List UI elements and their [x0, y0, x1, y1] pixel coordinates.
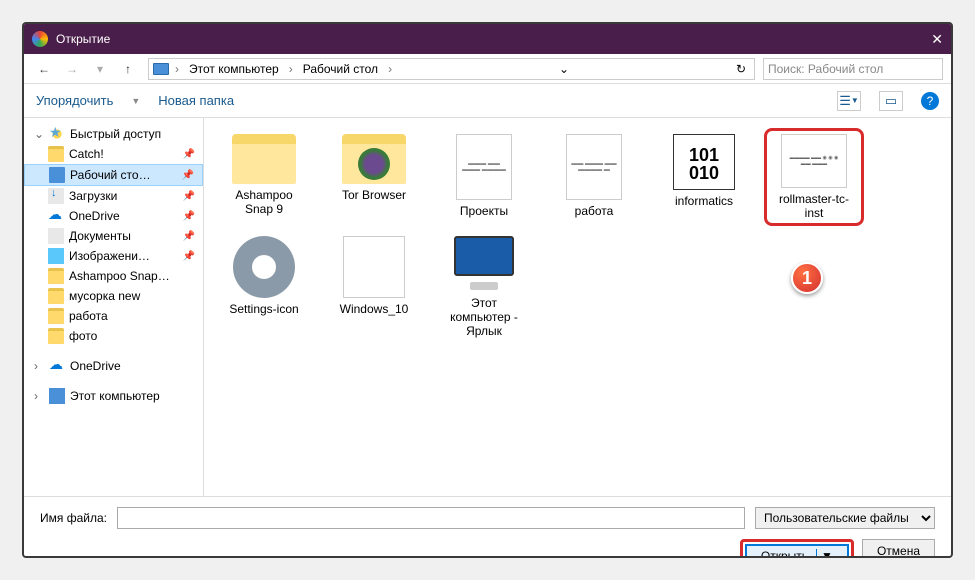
crumb-current[interactable]: Рабочий стол — [299, 62, 382, 76]
toolbar: Упорядочить ▼ Новая папка ☰ ▼ ▭ ? — [24, 84, 951, 118]
folder-preview-icon: ▬▬ ▬▬▬ ▬▬ ▬▬▬▬ ▬ — [566, 134, 622, 200]
folder-icon — [48, 288, 64, 304]
expand-icon[interactable]: › — [34, 359, 44, 373]
tree-onedrive[interactable]: ›OneDrive — [24, 356, 203, 376]
filename-label: Имя файла: — [40, 511, 107, 525]
file-item[interactable]: ▬▬ ▬▬▬ ▬▬ ▬▬▬▬ ▬работа — [546, 130, 642, 224]
navigation-tree[interactable]: ⌄ Быстрый доступ Catch!📌 Рабочий сто…📌 З… — [24, 118, 204, 496]
windows-icon — [343, 236, 405, 298]
binary-icon: 101010 — [673, 134, 735, 190]
pin-icon: 📌 — [183, 251, 195, 262]
pin-icon: 📌 — [183, 191, 195, 202]
cancel-button[interactable]: Отмена — [862, 539, 935, 558]
pin-icon: 📌 — [183, 211, 195, 222]
folder-icon — [48, 308, 64, 324]
up-button[interactable]: ↑ — [116, 57, 140, 81]
chrome-icon — [32, 31, 48, 47]
folder-icon — [48, 268, 64, 284]
nav-bar: ← → ▾ ↑ › Этот компьютер › Рабочий стол … — [24, 54, 951, 84]
breadcrumb[interactable]: › Этот компьютер › Рабочий стол › ⌄ ↻ — [148, 58, 755, 80]
cloud-icon — [49, 358, 65, 374]
file-item[interactable]: 101010informatics — [656, 130, 752, 224]
tree-quick-access[interactable]: ⌄ Быстрый доступ — [24, 124, 203, 144]
close-icon[interactable]: ✕ — [931, 31, 943, 48]
folder-icon — [342, 134, 406, 184]
address-dropdown-icon[interactable]: ⌄ — [555, 62, 573, 76]
gear-icon — [233, 236, 295, 298]
pdf-thumbnail-icon: ▬▬▬▬ ▬▬ ◉ ◉ ◉ ▬▬ ▬▬▬ — [781, 134, 847, 188]
titlebar[interactable]: Открытие ✕ — [24, 24, 951, 54]
open-button-highlight: Открыть ▼ — [740, 539, 854, 558]
pc-icon — [49, 388, 65, 404]
tree-item-pictures[interactable]: Изображени…📌 — [24, 246, 203, 266]
tree-item-work[interactable]: работа — [24, 306, 203, 326]
open-button[interactable]: Открыть ▼ — [745, 544, 849, 558]
cloud-icon — [48, 208, 64, 224]
pin-icon: 📌 — [182, 170, 194, 181]
pin-icon: 📌 — [183, 231, 195, 242]
dropdown-icon: ▼ — [131, 96, 140, 106]
pictures-icon — [48, 248, 64, 264]
annotation-badge-1: 1 — [791, 262, 823, 294]
search-input[interactable]: Поиск: Рабочий стол — [763, 58, 943, 80]
window-title: Открытие — [56, 32, 110, 46]
open-dropdown-icon[interactable]: ▼ — [816, 549, 833, 558]
forward-button[interactable]: → — [60, 57, 84, 81]
tree-item-photo[interactable]: фото — [24, 326, 203, 346]
folder-icon — [48, 146, 64, 162]
preview-pane-button[interactable]: ▭ — [879, 91, 903, 111]
download-icon — [48, 188, 64, 204]
tree-item-onedrive-pin[interactable]: OneDrive📌 — [24, 206, 203, 226]
file-item[interactable]: Ashampoo Snap 9 — [216, 130, 312, 224]
tree-item-downloads[interactable]: Загрузки📌 — [24, 186, 203, 206]
file-list[interactable]: Ashampoo Snap 9 Tor Browser ▬▬▬ ▬▬ ▬▬▬ ▬… — [204, 118, 951, 496]
folder-preview-icon: ▬▬▬ ▬▬ ▬▬▬ ▬▬▬▬ — [456, 134, 512, 200]
recent-dropdown[interactable]: ▾ — [88, 57, 112, 81]
organize-menu[interactable]: Упорядочить — [36, 93, 113, 108]
tree-this-pc[interactable]: ›Этот компьютер — [24, 386, 203, 406]
file-item[interactable]: Settings-icon — [216, 232, 312, 342]
expand-icon[interactable]: › — [34, 389, 44, 403]
help-icon[interactable]: ? — [921, 92, 939, 110]
view-mode-button[interactable]: ☰ ▼ — [837, 91, 861, 111]
file-item[interactable]: Этот компьютер - Ярлык — [436, 232, 532, 342]
file-item[interactable]: ▬▬▬ ▬▬ ▬▬▬ ▬▬▬▬Проекты — [436, 130, 532, 224]
pc-icon — [153, 63, 169, 75]
file-item-selected[interactable]: ▬▬▬▬ ▬▬ ◉ ◉ ◉ ▬▬ ▬▬▬rollmaster-tc-inst — [766, 130, 862, 224]
folder-icon — [48, 328, 64, 344]
search-placeholder: Поиск: Рабочий стол — [768, 62, 883, 76]
crumb-root[interactable]: Этот компьютер — [185, 62, 283, 76]
documents-icon — [48, 228, 64, 244]
tree-item-ashampoo[interactable]: Ashampoo Snap… — [24, 266, 203, 286]
tree-item-catch[interactable]: Catch!📌 — [24, 144, 203, 164]
star-icon — [49, 126, 65, 142]
folder-icon — [232, 134, 296, 184]
file-type-filter[interactable]: Пользовательские файлы — [755, 507, 935, 529]
new-folder-button[interactable]: Новая папка — [158, 93, 234, 108]
filename-input[interactable] — [117, 507, 745, 529]
file-item[interactable]: Windows_10 — [326, 232, 422, 342]
tree-item-documents[interactable]: Документы📌 — [24, 226, 203, 246]
refresh-icon[interactable]: ↻ — [732, 62, 750, 76]
collapse-icon[interactable]: ⌄ — [34, 127, 44, 141]
tree-item-trash[interactable]: мусорка new — [24, 286, 203, 306]
tree-item-desktop[interactable]: Рабочий сто…📌 — [24, 164, 203, 186]
back-button[interactable]: ← — [32, 57, 56, 81]
file-item[interactable]: Tor Browser — [326, 130, 422, 224]
pin-icon: 📌 — [183, 149, 195, 160]
dialog-footer: Имя файла: Пользовательские файлы Открыт… — [24, 496, 951, 558]
pc-shortcut-icon — [452, 236, 516, 292]
desktop-icon — [49, 167, 65, 183]
file-open-dialog: Открытие ✕ ← → ▾ ↑ › Этот компьютер › Ра… — [22, 22, 953, 558]
